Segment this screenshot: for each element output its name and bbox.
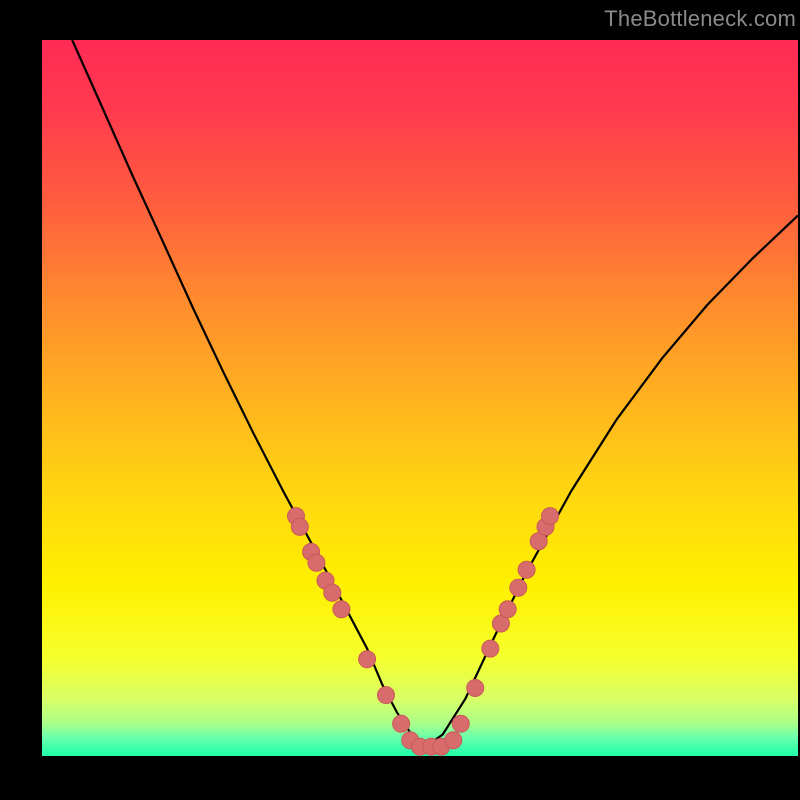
data-marker [445,732,462,749]
data-marker [510,579,527,596]
data-marker [467,680,484,697]
data-marker [452,715,469,732]
chart-frame: TheBottleneck.com [0,0,800,800]
data-marker [333,601,350,618]
data-marker [499,601,516,618]
data-marker [291,518,308,535]
data-marker [542,508,559,525]
bottleneck-curve [72,40,798,745]
data-marker [324,584,341,601]
plot-area [42,40,798,756]
data-marker [378,687,395,704]
data-marker [482,640,499,657]
data-marker [518,561,535,578]
data-marker [359,651,376,668]
marker-group [288,508,559,756]
data-marker [393,715,410,732]
data-marker [308,554,325,571]
chart-svg [42,40,798,756]
watermark-text: TheBottleneck.com [604,6,796,32]
